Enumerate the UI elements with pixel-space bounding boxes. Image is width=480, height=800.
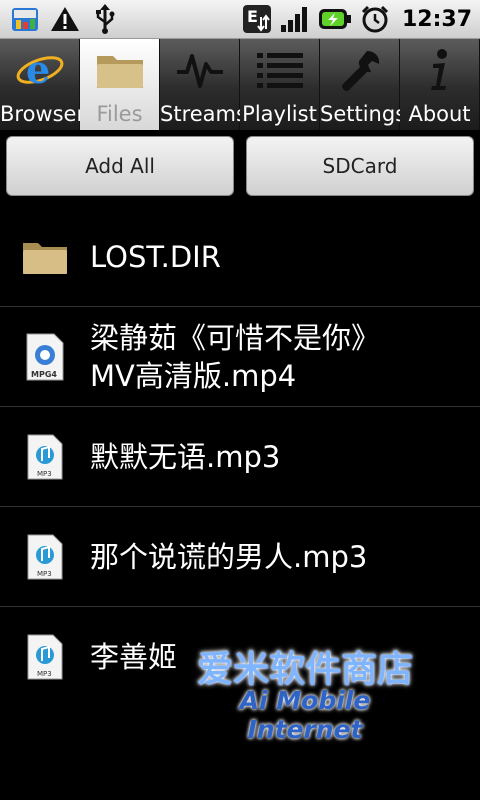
- tab-files[interactable]: Files: [80, 39, 160, 130]
- file-name: 李善姬: [90, 640, 178, 674]
- edge-signal-icon: E: [242, 5, 272, 33]
- usb-icon: [90, 4, 120, 34]
- signal-bars-icon: [280, 5, 310, 33]
- info-icon: [414, 47, 466, 93]
- folder-icon: [22, 232, 68, 282]
- playlist-icon: [254, 47, 306, 93]
- list-item[interactable]: MPG4 梁静茹《可惜不是你》MV高清版.mp4: [0, 307, 480, 407]
- status-time: 12:37: [401, 6, 472, 32]
- tab-label: Playlist: [242, 102, 317, 126]
- browser-icon: e: [14, 47, 66, 93]
- file-list: LOST.DIR MPG4 梁静茹《可惜不是你》MV高清版.mp4 MP3 默默…: [0, 207, 480, 707]
- tab-bar: e Browser Files Streams Playlist Setting…: [0, 39, 480, 130]
- mp3-file-icon: MP3: [22, 532, 68, 582]
- list-item[interactable]: LOST.DIR: [0, 207, 480, 307]
- list-item[interactable]: MP3 那个说谎的男人.mp3: [0, 507, 480, 607]
- file-name: 梁静茹《可惜不是你》MV高清版.mp4: [90, 320, 381, 393]
- tab-label: About: [408, 102, 471, 126]
- tab-playlist[interactable]: Playlist: [240, 39, 320, 130]
- tab-label: Files: [96, 102, 143, 126]
- svg-text:E: E: [247, 7, 258, 26]
- file-name: 默默无语.mp3: [90, 439, 281, 474]
- file-name: 那个说谎的男人.mp3: [90, 539, 368, 574]
- status-bar: E 12:37: [0, 0, 480, 39]
- status-right-icons: E 12:37: [242, 4, 472, 34]
- wrench-icon: [334, 47, 386, 93]
- mp3-file-icon: MP3: [22, 432, 68, 482]
- list-item[interactable]: MP3 默默无语.mp3: [0, 407, 480, 507]
- svg-text:MPG4: MPG4: [31, 370, 57, 379]
- battery-charging-icon: [318, 5, 352, 33]
- status-left-icons: [10, 4, 120, 34]
- svg-text:MP3: MP3: [37, 670, 52, 678]
- svg-text:MP3: MP3: [37, 470, 52, 478]
- tab-settings[interactable]: Settings: [320, 39, 407, 130]
- tab-about[interactable]: About: [400, 39, 480, 130]
- folder-icon: [94, 47, 146, 93]
- svg-text:MP3: MP3: [37, 570, 52, 578]
- tab-browser[interactable]: e Browser: [0, 39, 86, 130]
- tab-label: Streams: [160, 102, 247, 126]
- streams-icon: [174, 47, 226, 93]
- add-all-button[interactable]: Add All: [6, 136, 234, 196]
- tab-label: Settings: [320, 102, 407, 126]
- mp3-file-icon: MP3: [22, 632, 68, 682]
- list-item[interactable]: MP3 李善姬: [0, 607, 480, 707]
- action-buttons: Add All SDCard: [0, 130, 480, 202]
- svg-text:e: e: [26, 47, 50, 92]
- app-notification-icon: [10, 5, 40, 33]
- alarm-icon: [360, 5, 390, 33]
- tab-label: Browser: [0, 102, 86, 126]
- file-name: LOST.DIR: [90, 239, 221, 274]
- mp4-file-icon: MPG4: [22, 332, 68, 382]
- warning-icon: [50, 5, 80, 33]
- tab-streams[interactable]: Streams: [160, 39, 247, 130]
- sdcard-button[interactable]: SDCard: [246, 136, 474, 196]
